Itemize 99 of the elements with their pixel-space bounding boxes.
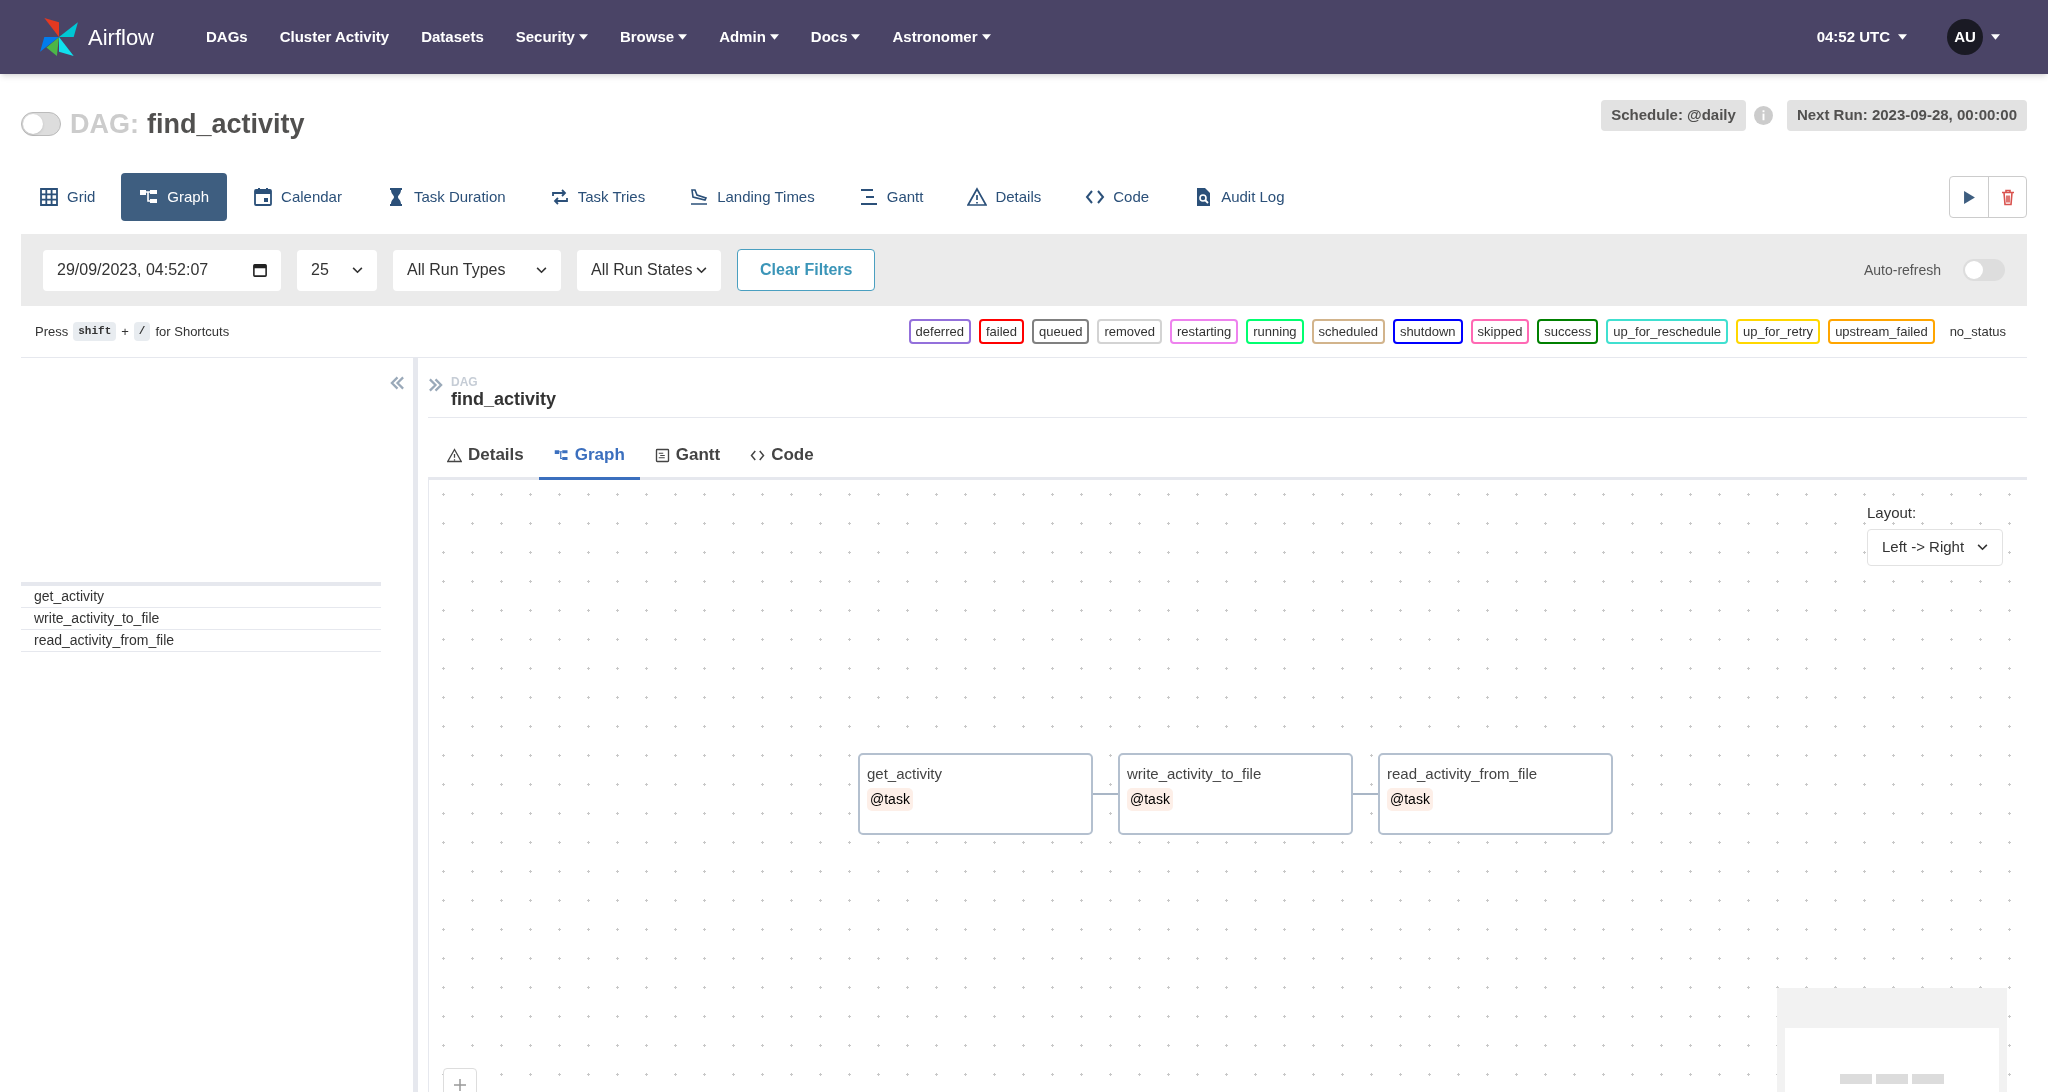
detail-tab[interactable]: Details — [432, 433, 539, 480]
dag-name: find_activity — [451, 388, 557, 410]
collapse-icon[interactable] — [389, 376, 405, 390]
user-avatar[interactable]: AU — [1947, 19, 1983, 55]
nav-link[interactable]: Astronomer — [880, 25, 1003, 49]
status-legend-badge[interactable]: skipped — [1470, 318, 1530, 345]
view-tab[interactable]: Calendar — [235, 173, 360, 221]
chevron-icon — [1977, 543, 1988, 551]
trash-icon — [2000, 188, 2015, 206]
task-row[interactable]: get_activity — [21, 586, 381, 608]
nav-link[interactable]: Cluster Activity — [267, 25, 402, 49]
warning-icon — [967, 187, 988, 207]
task-row[interactable]: write_activity_to_file — [21, 608, 381, 630]
detail-tab[interactable]: Gantt — [639, 433, 736, 480]
caret-icon — [1898, 34, 1907, 40]
caret-icon[interactable] — [1991, 34, 2000, 40]
timezone-menu[interactable]: 04:52 UTC — [1816, 25, 1907, 49]
task-name: get_activity — [867, 764, 943, 784]
view-tab[interactable]: Details — [949, 173, 1060, 221]
plus-text: + — [121, 322, 129, 341]
status-legend-badge[interactable]: upstream_failed — [1828, 318, 1935, 345]
nav-link[interactable]: Admin — [707, 25, 791, 49]
info-icon[interactable] — [1753, 105, 1773, 125]
status-legend-badge[interactable]: running — [1246, 318, 1304, 345]
dag-title: find_activity — [147, 107, 305, 141]
brand-name[interactable]: Airflow — [88, 20, 154, 54]
nav-link[interactable]: DAGs — [194, 25, 260, 49]
task-node[interactable]: get_activity @task — [858, 753, 1093, 835]
view-tab[interactable]: Audit Log — [1175, 173, 1303, 221]
nav-link[interactable]: Datasets — [409, 25, 496, 49]
play-icon — [1963, 190, 1975, 204]
detail-tab[interactable]: Code — [735, 433, 829, 480]
hint-text: for Shortcuts — [155, 322, 230, 341]
run-state-select[interactable]: All Run States — [577, 249, 721, 291]
pinwheel-logo-icon[interactable] — [38, 16, 80, 58]
minimap-node — [1840, 1074, 1872, 1084]
task-name: read_activity_from_file — [1387, 764, 1538, 784]
grid-icon — [39, 187, 59, 207]
slash-key: / — [133, 322, 151, 341]
chevron-icon — [696, 266, 707, 274]
status-legend-badge[interactable]: restarting — [1170, 318, 1239, 345]
date-input-field[interactable]: 29/09/2023, 04:52:07 — [43, 249, 281, 291]
pause-toggle[interactable] — [21, 112, 61, 136]
edge-line — [1353, 793, 1378, 795]
next-run-badge: Next Run: 2023-09-28, 00:00:00 — [1786, 100, 2027, 131]
task-node[interactable]: write_activity_to_file @task — [1118, 753, 1353, 835]
expand-icon[interactable] — [428, 378, 443, 392]
detail-tab[interactable]: Graph — [538, 433, 640, 480]
graph-icon — [553, 447, 569, 463]
landing-icon — [689, 187, 710, 207]
runs-count-select[interactable]: 25 — [297, 249, 377, 291]
minimap-node — [1876, 1074, 1908, 1084]
document-icon — [654, 447, 670, 463]
auto-refresh-label: Auto-refresh — [1863, 260, 1941, 280]
gantt-icon — [858, 187, 879, 207]
view-tab[interactable]: Code — [1067, 173, 1168, 221]
status-legend-badge[interactable]: failed — [979, 318, 1025, 345]
view-tab[interactable]: Task Duration — [367, 173, 524, 221]
calendar-icon — [253, 187, 274, 207]
status-legend-badge[interactable]: queued — [1032, 318, 1090, 345]
chevron-icon — [536, 266, 547, 274]
calendar-icon[interactable] — [253, 263, 267, 277]
chevron-icon — [352, 266, 363, 274]
view-tab[interactable]: Graph — [121, 173, 228, 221]
status-legend-badge[interactable]: up_for_retry — [1736, 318, 1821, 345]
task-name: write_activity_to_file — [1127, 764, 1262, 784]
status-legend-badge[interactable]: no_status — [1942, 318, 2013, 345]
nav-link[interactable]: Browse — [607, 25, 700, 49]
status-legend-badge[interactable]: up_for_reschedule — [1606, 318, 1729, 345]
view-tab[interactable]: Gantt — [840, 173, 942, 221]
status-legend-badge[interactable]: shutdown — [1392, 318, 1463, 345]
warning-icon — [447, 447, 462, 463]
arrows-icon — [549, 187, 570, 207]
run-type-select[interactable]: All Run Types — [393, 249, 561, 291]
hint-text: Press — [35, 322, 69, 341]
shift-key: shift — [73, 322, 117, 341]
minimap-node — [1912, 1074, 1944, 1084]
nav-link[interactable]: Security — [503, 25, 600, 49]
dag-kicker: DAG — [451, 376, 479, 388]
decorator-tag: @task — [867, 787, 913, 811]
status-legend-badge[interactable]: deferred — [908, 318, 971, 345]
task-row[interactable]: read_activity_from_file — [21, 630, 381, 652]
layout-label: Layout: — [1867, 503, 1918, 523]
task-node[interactable]: read_activity_from_file @task — [1378, 753, 1613, 835]
nav-link[interactable]: Docs — [798, 25, 873, 49]
plus-icon — [453, 1078, 467, 1092]
decorator-tag: @task — [1387, 787, 1433, 811]
status-legend-badge[interactable]: removed — [1097, 318, 1163, 345]
status-legend-badge[interactable]: success — [1537, 318, 1599, 345]
decorator-tag: @task — [1127, 787, 1173, 811]
zoom-in-button[interactable] — [443, 1068, 477, 1092]
view-tab[interactable]: Task Tries — [531, 173, 664, 221]
view-tab[interactable]: Landing Times — [671, 173, 833, 221]
edge-line — [1093, 793, 1118, 795]
auto-refresh-toggle[interactable] — [1963, 259, 2005, 281]
view-tab[interactable]: Grid — [21, 173, 114, 221]
layout-select[interactable]: Left -> Right — [1867, 528, 2003, 566]
status-legend-badge[interactable]: scheduled — [1311, 318, 1385, 345]
schedule-badge: Schedule: @daily — [1601, 100, 1746, 131]
